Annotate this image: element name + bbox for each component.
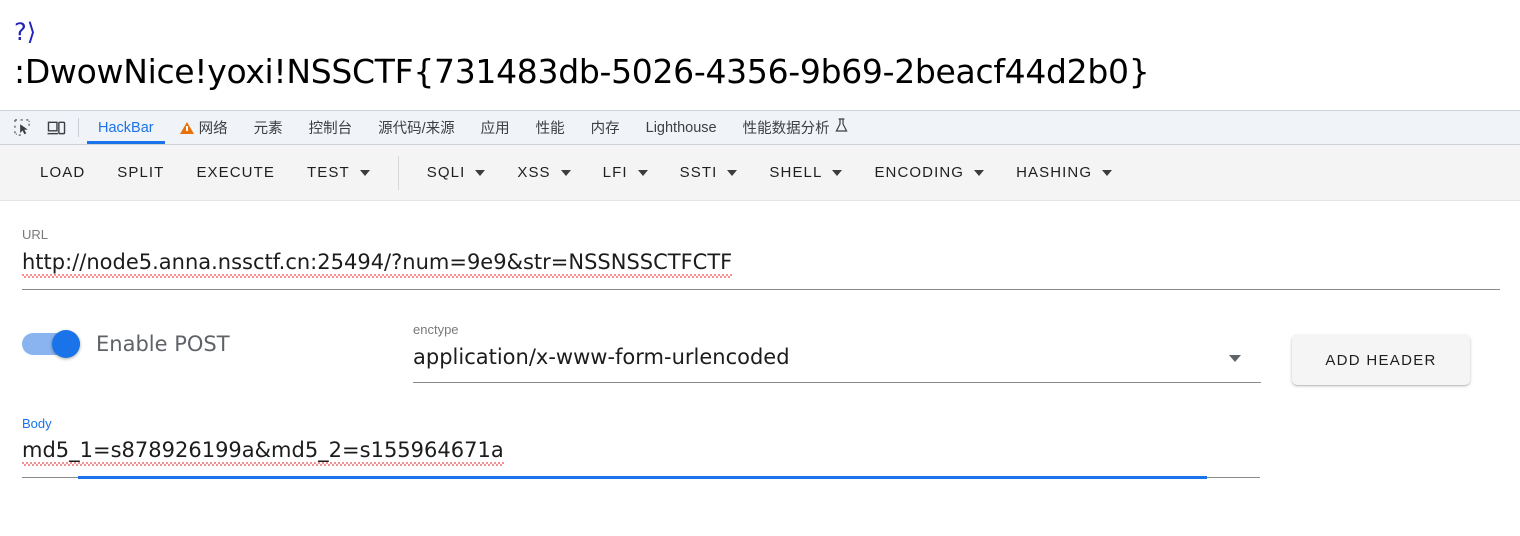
hackbar-ssti-label: SSTI — [679, 164, 718, 181]
enctype-select-underline — [413, 382, 1261, 384]
hackbar-form: URL http://node5.anna.nssctf.cn:25494/?n… — [0, 201, 1520, 521]
url-input[interactable]: http://node5.anna.nssctf.cn:25494/?num=9… — [22, 249, 733, 279]
url-field-label: URL — [22, 227, 49, 242]
enable-post-toggle-row[interactable]: Enable POST — [22, 330, 230, 358]
tab-network[interactable]: 网络 — [167, 111, 241, 144]
chevron-down-icon[interactable] — [1229, 355, 1241, 362]
devtools-tab-list: HackBar 网络 元素 控制台 源代码/来源 应用 性能 内存 Lighth… — [85, 111, 1520, 144]
warning-triangle-icon — [179, 121, 194, 134]
enable-post-toggle[interactable] — [22, 330, 80, 358]
page-title: :DwowNice!yoxi!NSSCTF{731483db-5026-4356… — [14, 52, 1150, 91]
tab-sources-label: 源代码/来源 — [378, 121, 455, 137]
tab-memory[interactable]: 内存 — [578, 111, 633, 144]
devtools-icon-divider — [78, 118, 79, 137]
hackbar-sqli-label: SQLI — [426, 164, 466, 181]
body-input-focus-bar — [78, 476, 1207, 480]
tab-application-label: 应用 — [480, 121, 510, 137]
hackbar-toolbar: LOAD SPLIT EXECUTE TEST SQLI XSS LFI SST… — [0, 145, 1520, 201]
hackbar-hashing-label: HASHING — [1016, 164, 1093, 181]
url-field-group: URL http://node5.anna.nssctf.cn:25494/?n… — [22, 227, 1502, 291]
tab-hackbar-label: HackBar — [98, 119, 154, 136]
hackbar-xss-label: XSS — [517, 164, 551, 181]
devtools-icon-group — [0, 111, 76, 144]
hackbar-encoding-label: ENCODING — [874, 164, 965, 181]
hackbar-sqli-menu[interactable]: SQLI — [411, 155, 502, 191]
enctype-field-group: enctype application/x-www-form-urlencode… — [413, 322, 1263, 384]
enctype-select-value[interactable]: application/x-www-form-urlencoded — [413, 344, 790, 370]
tab-performance-insights-label: 性能数据分析 — [742, 121, 830, 137]
hackbar-load-button[interactable]: LOAD — [24, 155, 101, 191]
enable-post-label: Enable POST — [96, 332, 230, 356]
tab-elements[interactable]: 元素 — [241, 111, 296, 144]
tab-performance-insights[interactable]: 性能数据分析 — [730, 111, 861, 144]
hackbar-ssti-menu[interactable]: SSTI — [664, 155, 754, 191]
php-closing-tag-glyph: ?⟩ — [14, 18, 37, 46]
hackbar-lfi-label: LFI — [602, 164, 628, 181]
hackbar-xss-menu[interactable]: XSS — [501, 155, 586, 191]
tab-memory-label: 内存 — [590, 121, 620, 137]
tab-lighthouse[interactable]: Lighthouse — [633, 111, 730, 144]
chevron-down-icon — [727, 169, 738, 176]
url-input-underline — [22, 289, 1500, 291]
chevron-down-icon — [637, 169, 648, 176]
device-toolbar-icon-glyph — [47, 121, 65, 135]
tab-console[interactable]: 控制台 — [296, 111, 366, 144]
hackbar-lfi-menu[interactable]: LFI — [587, 155, 664, 191]
tab-lighthouse-label: Lighthouse — [645, 119, 717, 136]
flask-icon-glyph — [835, 118, 848, 132]
chevron-down-icon — [359, 169, 370, 176]
add-header-button-label: ADD HEADER — [1325, 351, 1437, 369]
inspect-element-icon-glyph — [13, 119, 30, 136]
hackbar-encoding-menu[interactable]: ENCODING — [858, 155, 1000, 191]
hackbar-split-label: SPLIT — [117, 164, 165, 181]
hackbar-split-button[interactable]: SPLIT — [101, 155, 180, 191]
body-input[interactable]: md5_1=s878926199a&md5_2=s155964671a — [22, 437, 504, 467]
enctype-field-label: enctype — [413, 322, 459, 337]
tab-console-label: 控制台 — [308, 121, 353, 137]
chevron-down-icon — [832, 169, 843, 176]
body-field-label: Body — [22, 416, 52, 431]
chevron-down-icon — [974, 169, 985, 176]
hackbar-execute-label: EXECUTE — [196, 164, 275, 181]
tab-hackbar[interactable]: HackBar — [85, 111, 167, 144]
tab-application[interactable]: 应用 — [468, 111, 523, 144]
hackbar-test-menu[interactable]: TEST — [291, 155, 386, 191]
add-header-button[interactable]: ADD HEADER — [1292, 335, 1470, 385]
hackbar-hashing-menu[interactable]: HASHING — [1000, 155, 1128, 191]
hackbar-test-label: TEST — [307, 164, 350, 181]
tab-performance[interactable]: 性能 — [523, 111, 578, 144]
inspect-element-icon[interactable] — [8, 115, 36, 141]
tab-network-label: 网络 — [198, 121, 228, 137]
flask-icon — [835, 118, 848, 137]
toggle-thumb — [52, 330, 80, 358]
tab-performance-label: 性能 — [535, 121, 565, 137]
hackbar-shell-label: SHELL — [769, 164, 823, 181]
hackbar-load-label: LOAD — [40, 164, 86, 181]
hackbar-shell-menu[interactable]: SHELL — [753, 155, 858, 191]
devtools-tab-bar: HackBar 网络 元素 控制台 源代码/来源 应用 性能 内存 Lighth… — [0, 110, 1520, 145]
hackbar-execute-button[interactable]: EXECUTE — [180, 155, 291, 191]
tab-sources[interactable]: 源代码/来源 — [365, 111, 468, 144]
hackbar-toolbar-divider — [397, 155, 399, 190]
body-field-group: Body md5_1=s878926199a&md5_2=s155964671a — [22, 416, 1282, 480]
tab-elements-label: 元素 — [253, 121, 283, 137]
chevron-down-icon — [475, 169, 486, 176]
device-toolbar-icon[interactable] — [42, 115, 70, 141]
chevron-down-icon — [1102, 169, 1113, 176]
chevron-down-icon — [560, 169, 571, 176]
rendered-page-content: ?⟩ :DwowNice!yoxi!NSSCTF{731483db-5026-4… — [0, 0, 1520, 110]
